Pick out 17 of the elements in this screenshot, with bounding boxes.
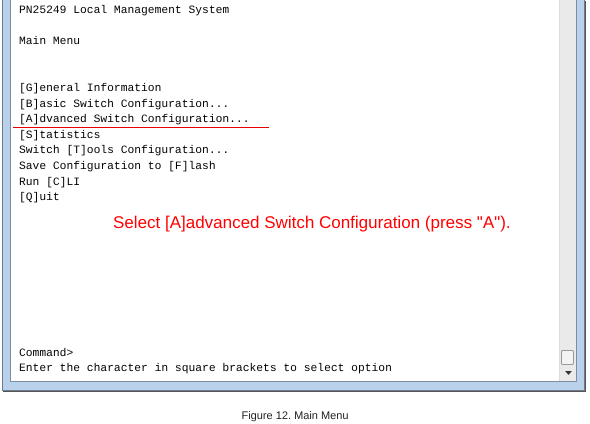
command-prompt: Command> (19, 348, 74, 360)
menu-item[interactable]: Switch [T]ools Configuration... (19, 144, 230, 158)
scrollbar[interactable] (559, 0, 576, 381)
menu-item[interactable]: [Q]uit (19, 191, 60, 206)
figure-caption: Figure 12. Main Menu (240, 410, 350, 422)
menu-item[interactable]: Save Configuration to [F]lash (19, 160, 216, 174)
hint-text: Enter the character in square brackets to select option (19, 363, 392, 376)
menu-item[interactable]: [B]asic Switch Configuration... (19, 98, 230, 112)
scrollbar-thumb[interactable] (561, 350, 574, 365)
menu-item[interactable]: [G]eneral Information (19, 82, 162, 96)
menu-heading: Main Menu (19, 36, 80, 48)
annotation-text: Select [A]advanced Switch Configuration (press "A"). (113, 213, 511, 233)
menu-item[interactable]: [A]dvanced Switch Configuration... (13, 113, 268, 128)
terminal-title: PN25249 Local Management System (19, 5, 230, 17)
menu-item[interactable]: Run [C]LI (19, 176, 80, 190)
menu-item[interactable]: [S]tatistics (19, 128, 100, 143)
scroll-down-icon[interactable] (565, 371, 572, 375)
